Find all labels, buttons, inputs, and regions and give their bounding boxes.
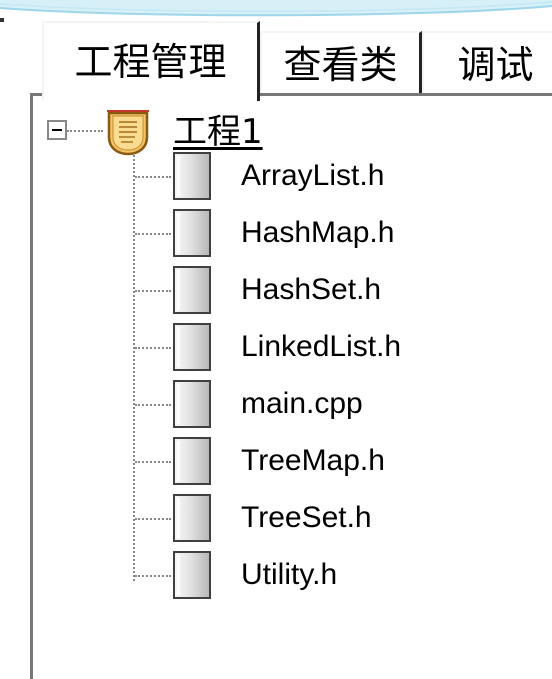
file-icon: [173, 152, 211, 200]
file-icon: [173, 494, 211, 542]
project-tree: 工程1 ArrayList.h HashMap.h HashSet.h Link…: [33, 96, 552, 679]
file-label: ArrayList.h: [241, 159, 385, 192]
project-tree-panel: 工程1 ArrayList.h HashMap.h HashSet.h Link…: [30, 93, 552, 679]
tab-project-manager[interactable]: 工程管理: [42, 21, 260, 101]
tree-connector-line: [67, 130, 103, 132]
collapse-toggle-icon[interactable]: [47, 120, 67, 140]
banner-marker: [0, 18, 4, 22]
tree-item-treeset-h[interactable]: TreeSet.h: [33, 490, 552, 547]
tree-item-arraylist-h[interactable]: ArrayList.h: [33, 148, 552, 205]
tree-item-linkedlist-h[interactable]: LinkedList.h: [33, 319, 552, 376]
tab-debug[interactable]: 调试: [422, 31, 552, 97]
file-label: LinkedList.h: [241, 330, 402, 363]
tree-item-utility-h[interactable]: Utility.h: [33, 547, 552, 604]
file-label: TreeSet.h: [241, 501, 372, 534]
file-label: HashMap.h: [241, 216, 395, 249]
file-icon: [173, 380, 211, 428]
file-icon: [173, 437, 211, 485]
file-icon: [173, 323, 211, 371]
file-label: main.cpp: [241, 387, 363, 420]
file-label: HashSet.h: [241, 273, 382, 306]
file-icon: [173, 266, 211, 314]
file-icon: [173, 551, 211, 599]
tree-item-treemap-h[interactable]: TreeMap.h: [33, 433, 552, 490]
file-icon: [173, 209, 211, 257]
file-label: Utility.h: [241, 558, 338, 591]
tab-class-view[interactable]: 查看类: [260, 31, 422, 97]
file-label: TreeMap.h: [241, 444, 385, 477]
tree-item-hashset-h[interactable]: HashSet.h: [33, 262, 552, 319]
tab-strip: 工程管理 查看类 调试: [30, 17, 552, 101]
tree-item-hashmap-h[interactable]: HashMap.h: [33, 205, 552, 262]
top-banner-decoration: [0, 0, 552, 17]
project-root-label[interactable]: 工程1: [173, 112, 263, 152]
tree-item-main-cpp[interactable]: main.cpp: [33, 376, 552, 433]
